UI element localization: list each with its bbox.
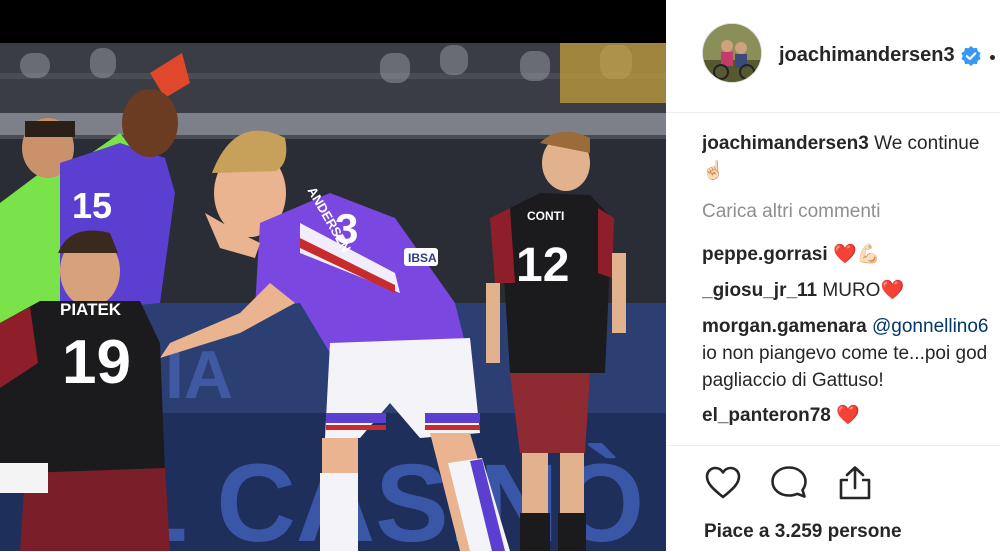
- comment-item: peppe.gorrasi ❤️💪🏻: [702, 242, 880, 266]
- top-black-bar: [0, 0, 666, 43]
- jersey-right-number: 12: [516, 239, 569, 292]
- share-icon[interactable]: [836, 464, 874, 502]
- comment-bubble-icon[interactable]: [770, 464, 808, 502]
- likes-count[interactable]: Piace a 3.259 persone: [704, 521, 902, 543]
- comment-mention[interactable]: @gonnellino6: [872, 316, 989, 337]
- post-photo[interactable]: IA IL CASINÒ 15 3 ANDERSEN IBSA PIATEK 1…: [0, 43, 666, 551]
- heart-icon[interactable]: [704, 464, 742, 502]
- comment-text: ❤️💪🏻: [832, 244, 881, 265]
- comment-item: _giosu_jr_11 MURO❤️: [702, 278, 904, 302]
- jersey-left-name: PIATEK: [60, 300, 122, 319]
- comment-username[interactable]: peppe.gorrasi: [702, 244, 828, 265]
- jersey-sponsor: IBSA: [408, 251, 437, 265]
- post-header: joachimandersen3: [666, 0, 1000, 113]
- jersey-right-name: CONTI: [527, 209, 564, 223]
- comment-text: MURO❤️: [822, 280, 905, 301]
- caption-text: We continue: [874, 133, 980, 154]
- comment-username[interactable]: _giosu_jr_11: [702, 280, 817, 301]
- svg-text:15: 15: [72, 185, 112, 226]
- verified-badge-icon: [961, 46, 981, 66]
- caption-username[interactable]: joachimandersen3: [702, 133, 869, 154]
- comments-list: joachimandersen3 We continue ☝🏻 Carica a…: [702, 130, 1000, 445]
- comment-text-line: io non piangevo come te...poi god: [702, 343, 988, 364]
- avatar[interactable]: [702, 23, 762, 83]
- more-dot-icon[interactable]: [990, 55, 995, 60]
- comment-item: el_panteron78 ❤️: [702, 403, 860, 427]
- comment-username[interactable]: morgan.gamenara: [702, 316, 867, 337]
- comment-username[interactable]: el_panteron78: [702, 405, 831, 426]
- post-actions: Piace a 3.259 persone: [666, 445, 1000, 552]
- post-side-panel: joachimandersen3 joachimandersen3 We con…: [666, 0, 1000, 551]
- jersey-left-number: 19: [62, 328, 131, 397]
- load-more-comments[interactable]: Carica altri commenti: [702, 201, 880, 223]
- comment-text: ❤️: [836, 405, 860, 426]
- caption-emoji: ☝🏻: [702, 160, 725, 180]
- comment-text-line: pagliaccio di Gattuso!: [702, 370, 884, 391]
- caption: joachimandersen3 We continue: [702, 133, 979, 155]
- comment-item: morgan.gamenara @gonnellino6: [702, 316, 989, 338]
- header-username[interactable]: joachimandersen3: [779, 44, 955, 67]
